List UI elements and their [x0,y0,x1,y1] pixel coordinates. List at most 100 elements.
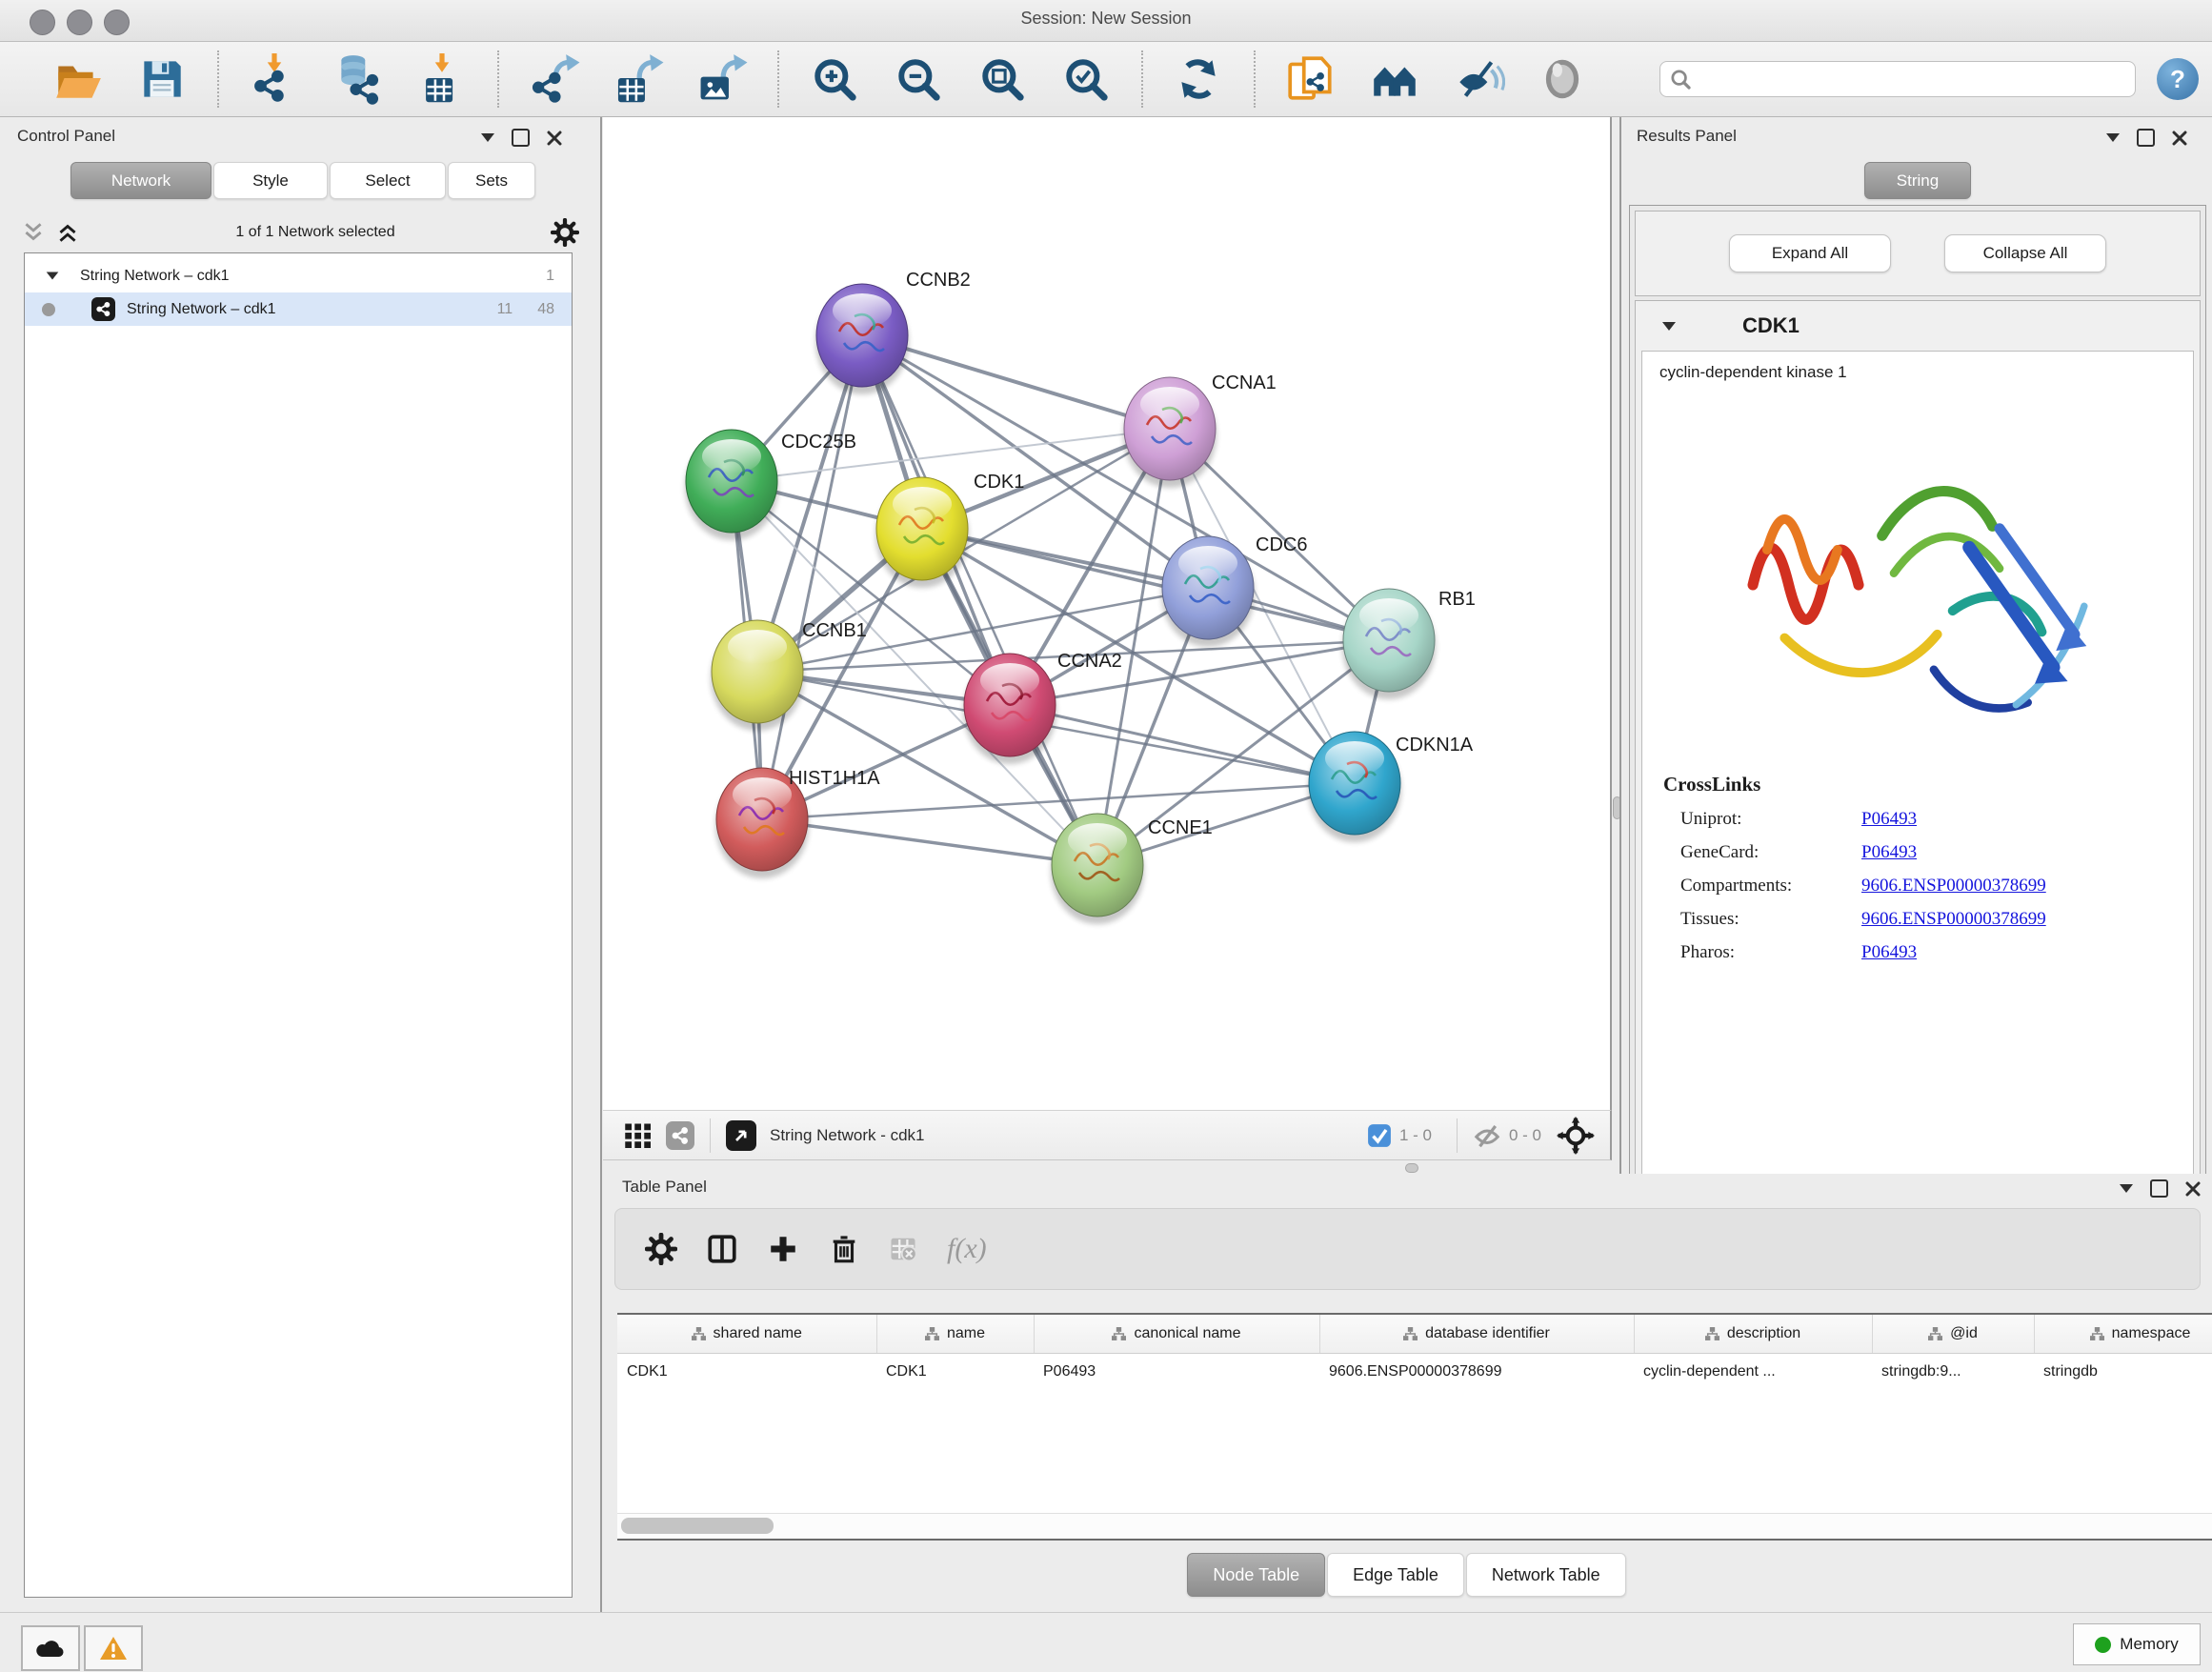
selected-nodes-checkbox-icon[interactable] [1367,1123,1392,1148]
crosslink-label: Compartments: [1663,876,1861,896]
crosslink-link[interactable]: P06493 [1861,942,1917,963]
table-hscrollbar-thumb[interactable] [621,1518,774,1534]
column-header-canonical-name[interactable]: canonical name [1034,1315,1319,1354]
tab-style[interactable]: Style [213,162,328,199]
import-table-file-icon[interactable] [415,52,469,106]
search-input[interactable] [1691,64,2135,94]
delete-column-icon[interactable] [828,1233,860,1265]
fit-selected-crosshair-icon[interactable] [1557,1117,1595,1155]
network-canvas[interactable]: CCNB2CCNA1CDC25BCDK1CDC6RB1CCNB1CCNA2CDK… [603,117,1612,1110]
network-node-count: 11 [497,301,513,318]
graph-node-CCNA2[interactable] [963,654,1056,764]
export-image-icon[interactable] [695,52,749,106]
table-hscrollbar[interactable] [617,1513,2212,1541]
results-panel-close-icon[interactable] [2172,131,2187,146]
column-header-database-identifier[interactable]: database identifier [1319,1315,1634,1354]
network-options-gear-icon[interactable] [551,218,579,247]
hide-selected-icon[interactable] [1452,52,1505,106]
export-table-icon[interactable] [612,52,665,106]
first-neighbors-icon[interactable] [1368,52,1421,106]
graph-node-CDK1[interactable] [875,477,969,588]
table-cell[interactable]: stringdb:9... [1872,1354,2034,1391]
crosslink-link[interactable]: 9606.ENSP00000378699 [1861,909,2046,930]
function-builder-icon[interactable]: f(x) [947,1233,987,1265]
column-header-description[interactable]: description [1634,1315,1872,1354]
table-cell[interactable]: CDK1 [876,1354,1034,1391]
expand-all-icon[interactable] [55,220,80,245]
network-collection-row[interactable]: String Network – cdk1 1 [25,259,572,292]
zoom-in-icon[interactable] [808,52,861,106]
cloud-status-button[interactable] [21,1625,80,1671]
birds-eye-view-icon[interactable] [726,1120,756,1151]
table-cell[interactable]: CDK1 [617,1354,876,1391]
add-column-icon[interactable] [767,1233,799,1265]
import-network-database-icon[interactable] [332,52,385,106]
tab-node-table[interactable]: Node Table [1187,1553,1325,1597]
crosslink-link[interactable]: 9606.ENSP00000378699 [1861,876,2046,896]
help-button[interactable]: ? [2157,58,2199,100]
graph-node-CDC25B[interactable] [685,430,778,540]
network-row[interactable]: String Network – cdk1 11 48 [25,292,572,326]
crosslink-link[interactable]: P06493 [1861,842,1917,863]
warnings-button[interactable] [84,1625,143,1671]
table-options-gear-icon[interactable] [645,1233,677,1265]
results-panel-float-icon[interactable] [2106,133,2120,142]
show-all-icon[interactable] [1536,52,1589,106]
collapse-all-button[interactable]: Collapse All [1944,234,2106,272]
search-field[interactable] [1659,61,2136,97]
table-panel-float-icon[interactable] [2120,1184,2133,1193]
column-header-shared-name[interactable]: shared name [617,1315,876,1354]
clone-network-icon[interactable] [1284,52,1337,106]
tab-network[interactable]: Network [70,162,211,199]
save-session-icon[interactable] [135,52,189,106]
grid-view-icon[interactable] [624,1121,653,1150]
tab-string[interactable]: String [1864,162,1971,199]
control-panel-float-icon[interactable] [481,133,494,142]
zoom-selected-icon[interactable] [1059,52,1113,106]
table-cell[interactable]: cyclin-dependent ... [1634,1354,1872,1391]
graph-node-label: CDC25B [781,432,856,453]
memory-button[interactable]: Memory [2073,1623,2201,1665]
control-panel-close-icon[interactable] [547,131,562,146]
open-session-icon[interactable] [51,52,105,106]
gene-collapse-icon[interactable] [1662,322,1676,331]
expand-all-button[interactable]: Expand All [1729,234,1891,272]
table-cell[interactable]: stringdb [2034,1354,2212,1391]
zoom-fit-icon[interactable] [975,52,1029,106]
show-columns-icon[interactable] [706,1233,738,1265]
splitter-grip[interactable] [1405,1163,1418,1173]
column-header-namespace[interactable]: namespace [2034,1315,2212,1354]
zoom-out-icon[interactable] [892,52,945,106]
graph-node-CDC6[interactable] [1161,536,1255,647]
table-row[interactable]: CDK1CDK1P064939606.ENSP00000378699cyclin… [617,1354,2212,1391]
tab-edge-table[interactable]: Edge Table [1327,1553,1464,1597]
column-header--id[interactable]: @id [1872,1315,2034,1354]
graph-node-CCNB1[interactable] [711,620,804,731]
graph-node-CDKN1A[interactable] [1308,732,1401,842]
graph-node-CCNA1[interactable] [1123,377,1217,488]
table-cell[interactable]: 9606.ENSP00000378699 [1319,1354,1634,1391]
control-panel-dock-icon[interactable] [512,129,530,147]
column-type-icon [1705,1327,1719,1340]
table-cell[interactable]: P06493 [1034,1354,1319,1391]
crosslink-link[interactable]: P06493 [1861,809,1917,830]
tab-select[interactable]: Select [330,162,446,199]
column-header-name[interactable]: name [876,1315,1034,1354]
delete-table-icon[interactable] [889,1235,917,1263]
network-style-icon[interactable] [666,1121,694,1150]
hidden-elements-icon[interactable] [1473,1121,1501,1150]
tab-sets[interactable]: Sets [448,162,535,199]
export-network-icon[interactable] [528,52,581,106]
tab-network-table[interactable]: Network Table [1466,1553,1626,1597]
import-network-file-icon[interactable] [248,52,301,106]
graph-node-CCNB2[interactable] [815,284,909,394]
table-panel-close-icon[interactable] [2185,1181,2201,1197]
graph-node-CCNE1[interactable] [1051,814,1144,924]
results-panel-dock-icon[interactable] [2137,129,2155,147]
collection-expander-icon[interactable] [47,272,59,279]
refresh-network-icon[interactable] [1172,52,1225,106]
table-panel-dock-icon[interactable] [2150,1179,2168,1198]
graph-node-RB1[interactable] [1342,589,1436,699]
network-graph[interactable]: CCNB2CCNA1CDC25BCDK1CDC6RB1CCNB1CCNA2CDK… [603,117,1610,1110]
collapse-all-icon[interactable] [21,220,46,245]
